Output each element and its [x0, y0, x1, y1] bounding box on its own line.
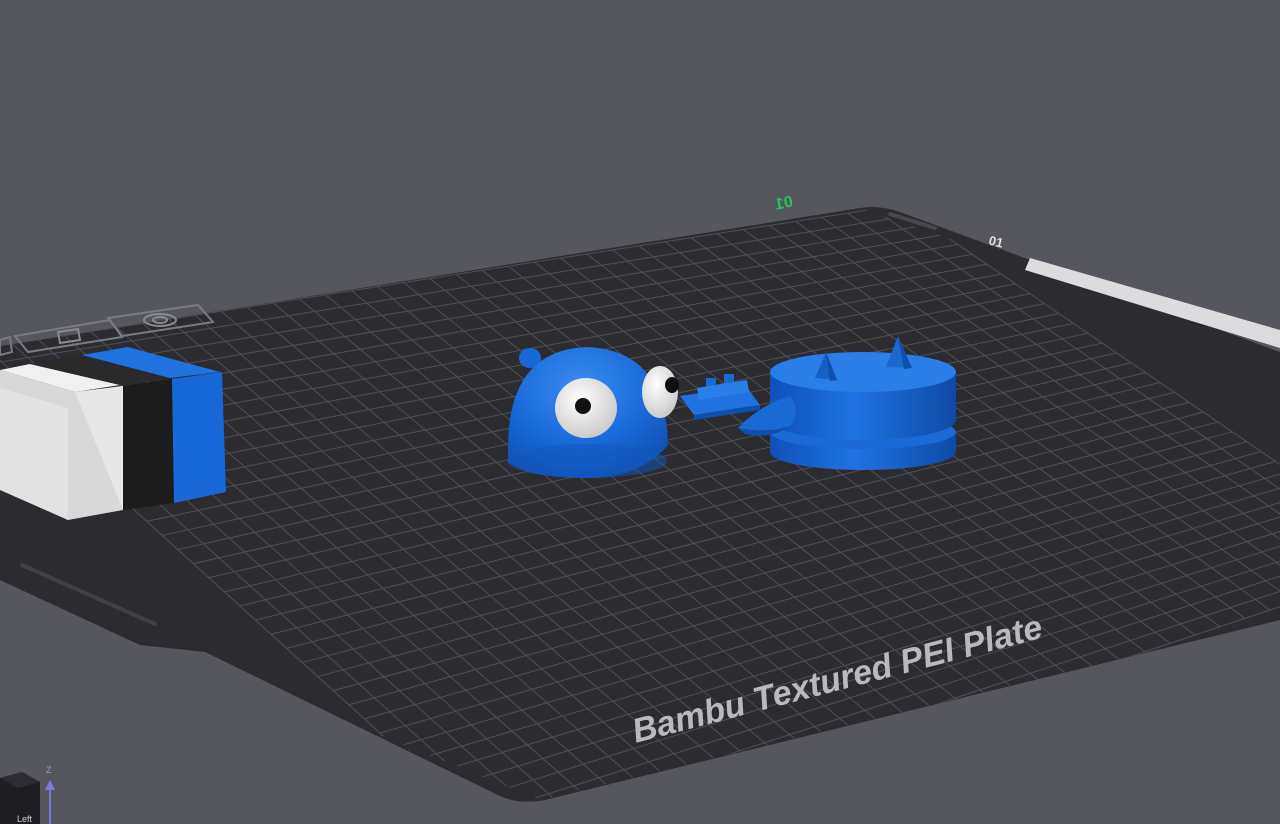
- svg-text:01: 01: [773, 193, 794, 213]
- eye-left: [555, 378, 617, 438]
- view-cube-face-label: Left: [17, 814, 33, 824]
- z-axis-indicator: Z: [45, 765, 55, 824]
- svg-text:Z: Z: [46, 765, 52, 775]
- 3d-viewport[interactable]: 01 01 Bambu Textured PEI Plate Left Z: [0, 0, 1280, 824]
- view-cube[interactable]: Left: [0, 772, 40, 824]
- wipe-tower[interactable]: [0, 347, 226, 520]
- plate-number-label: 01: [773, 193, 794, 213]
